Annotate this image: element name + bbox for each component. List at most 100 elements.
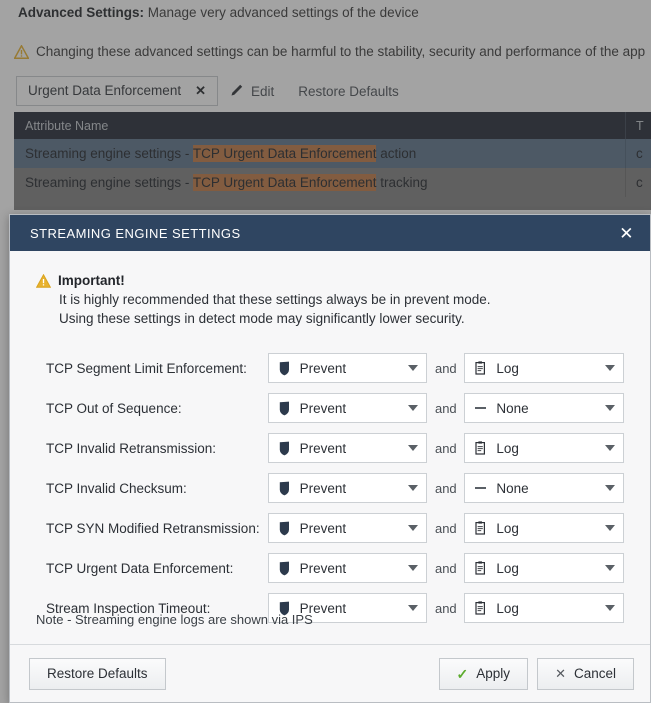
action-value: Prevent — [299, 600, 347, 616]
dialog-title-bar: STREAMING ENGINE SETTINGS ✕ — [10, 215, 650, 251]
dialog-title: STREAMING ENGINE SETTINGS — [30, 225, 241, 241]
and-label: and — [434, 400, 457, 416]
setting-row: TCP Out of Sequence: Prevent and None — [36, 388, 624, 428]
tracking-select[interactable]: Log — [464, 553, 624, 583]
log-icon — [474, 561, 487, 575]
pencil-icon — [230, 83, 244, 100]
setting-label: TCP Urgent Data Enforcement: — [46, 560, 234, 576]
setting-label: TCP Invalid Retransmission: — [46, 440, 217, 456]
tracking-value: None — [496, 400, 529, 416]
tracking-select[interactable]: Log — [464, 513, 624, 543]
table-row[interactable]: Streaming engine settings - TCP Urgent D… — [14, 168, 651, 197]
column-header-attribute-name[interactable]: Attribute Name — [14, 119, 625, 133]
shield-icon — [278, 361, 291, 376]
shield-icon — [278, 401, 291, 416]
action-value: Prevent — [299, 520, 347, 536]
and-label: and — [434, 600, 457, 616]
chevron-down-icon[interactable] — [604, 485, 615, 491]
log-icon — [474, 361, 487, 375]
chevron-down-icon[interactable] — [604, 565, 615, 571]
and-label: and — [434, 560, 457, 576]
and-label: and — [434, 520, 457, 536]
page-title-label: Advanced Settings: — [18, 5, 145, 20]
tracking-select[interactable]: None — [464, 473, 624, 503]
table-header-row: Attribute Name T — [14, 112, 651, 139]
and-label: and — [434, 360, 457, 376]
setting-row: TCP Segment Limit Enforcement: Prevent a… — [36, 348, 624, 388]
action-select[interactable]: Prevent — [267, 513, 428, 543]
setting-label: TCP SYN Modified Retransmission: — [46, 520, 260, 536]
setting-label: TCP Out of Sequence: — [46, 400, 182, 416]
apply-button[interactable]: ✓ Apply — [438, 657, 529, 690]
tracking-value: Log — [496, 440, 519, 456]
page-title-text: Manage very advanced settings of the dev… — [144, 5, 419, 20]
action-value: Prevent — [299, 560, 347, 576]
search-highlight: TCP Urgent Data Enforcement — [192, 174, 377, 191]
advanced-settings-warning: Changing these advanced settings can be … — [14, 44, 645, 59]
chevron-down-icon[interactable] — [604, 405, 615, 411]
chevron-down-icon[interactable] — [604, 605, 615, 611]
log-icon — [474, 441, 487, 455]
action-select[interactable]: Prevent — [267, 553, 428, 583]
setting-label: TCP Invalid Checksum: — [46, 480, 187, 496]
chevron-down-icon[interactable] — [604, 365, 615, 371]
setting-row: TCP Invalid Checksum: Prevent and None — [36, 468, 624, 508]
restore-defaults-button[interactable]: Restore Defaults — [286, 76, 411, 106]
log-icon — [474, 521, 487, 535]
action-select[interactable]: Prevent — [267, 393, 428, 423]
action-value: Prevent — [299, 440, 347, 456]
chevron-down-icon[interactable] — [408, 605, 419, 611]
row-suffix: action — [376, 146, 417, 161]
close-icon[interactable]: ✕ — [619, 225, 634, 242]
table-toolbar: Urgent Data Enforcement ✕ Edit Restore D… — [16, 76, 411, 106]
dash-icon — [474, 487, 487, 489]
tracking-select[interactable]: Log — [464, 593, 624, 623]
chevron-down-icon[interactable] — [408, 445, 419, 451]
setting-row: TCP Invalid Retransmission: Prevent and … — [36, 428, 624, 468]
and-label: and — [434, 480, 457, 496]
chevron-down-icon[interactable] — [408, 365, 419, 371]
column-header-type[interactable]: T — [625, 112, 644, 139]
row-prefix: Streaming engine settings - — [25, 146, 193, 161]
shield-icon — [278, 521, 291, 536]
action-value: Prevent — [299, 400, 347, 416]
table-row[interactable]: Streaming engine settings - TCP Urgent D… — [14, 139, 651, 168]
chevron-down-icon[interactable] — [408, 485, 419, 491]
restore-defaults-button[interactable]: Restore Defaults — [29, 657, 166, 690]
filter-chip[interactable]: Urgent Data Enforcement ✕ — [16, 76, 218, 106]
action-select[interactable]: Prevent — [267, 433, 428, 463]
chevron-down-icon[interactable] — [604, 525, 615, 531]
important-line-2: Using these settings in detect mode may … — [59, 311, 465, 326]
tracking-select[interactable]: Log — [464, 433, 624, 463]
tracking-value: Log — [496, 600, 519, 616]
warning-text: Changing these advanced settings can be … — [36, 44, 646, 59]
warning-triangle-icon — [36, 273, 51, 288]
chevron-down-icon[interactable] — [408, 525, 419, 531]
setting-label: TCP Segment Limit Enforcement: — [46, 360, 247, 376]
setting-row: TCP Urgent Data Enforcement: Prevent and… — [36, 548, 624, 588]
action-value: Prevent — [299, 480, 347, 496]
chevron-down-icon[interactable] — [408, 405, 419, 411]
important-notice: Important! — [36, 273, 624, 288]
setting-row: TCP SYN Modified Retransmission: Prevent… — [36, 508, 624, 548]
action-select[interactable]: Prevent — [267, 473, 428, 503]
shield-icon — [278, 441, 291, 456]
action-select[interactable]: Prevent — [267, 353, 428, 383]
log-icon — [474, 601, 487, 615]
shield-icon — [278, 561, 291, 576]
screen: Advanced Settings: Manage very advanced … — [0, 0, 651, 703]
close-icon[interactable]: ✕ — [195, 84, 206, 97]
chevron-down-icon[interactable] — [408, 565, 419, 571]
x-icon: ✕ — [555, 666, 566, 681]
tracking-select[interactable]: Log — [464, 353, 624, 383]
table-cell-attribute-name: Streaming engine settings - TCP Urgent D… — [14, 174, 625, 191]
row-suffix: tracking — [376, 175, 428, 190]
chevron-down-icon[interactable] — [604, 445, 615, 451]
edit-button[interactable]: Edit — [218, 76, 286, 106]
table-empty-area — [14, 197, 651, 210]
tracking-value: Log — [496, 560, 519, 576]
settings-form: TCP Segment Limit Enforcement: Prevent a… — [36, 348, 624, 628]
cancel-button[interactable]: ✕ Cancel — [537, 657, 634, 690]
tracking-select[interactable]: None — [464, 393, 624, 423]
dialog-footer: Restore Defaults ✓ Apply ✕ Cancel — [10, 644, 650, 702]
